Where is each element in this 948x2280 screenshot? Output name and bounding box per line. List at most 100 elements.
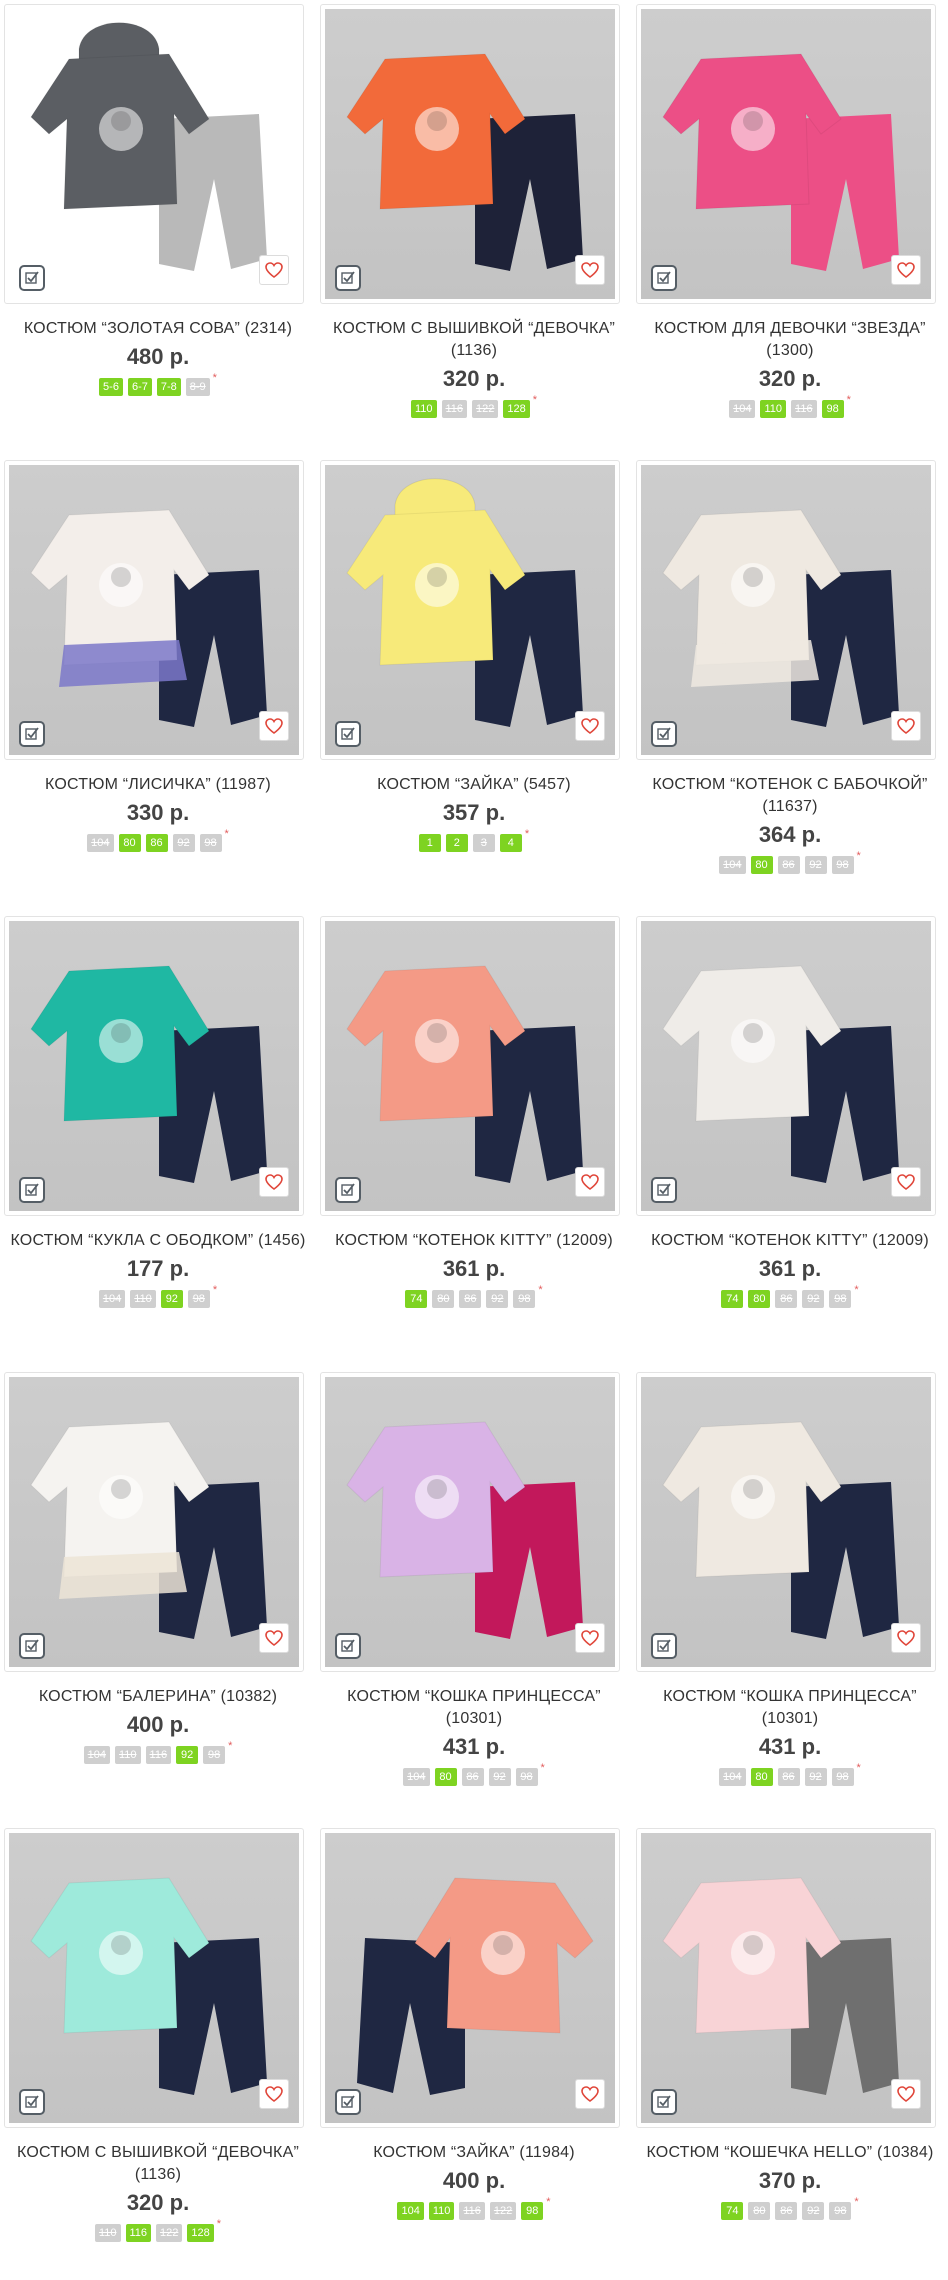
- favorite-button[interactable]: [575, 1167, 605, 1197]
- size-option[interactable]: 122: [472, 400, 499, 418]
- product-image-frame[interactable]: [4, 460, 304, 760]
- compare-checkbox[interactable]: [651, 1177, 677, 1203]
- size-option[interactable]: 116: [145, 1746, 172, 1764]
- size-option[interactable]: 92: [486, 1290, 509, 1308]
- size-option[interactable]: 98: [821, 400, 844, 418]
- size-option[interactable]: 110: [114, 1746, 141, 1764]
- size-option[interactable]: 104: [719, 856, 746, 874]
- product-image-frame[interactable]: [636, 460, 936, 760]
- product-image-frame[interactable]: [4, 916, 304, 1216]
- size-option[interactable]: 116: [125, 2224, 152, 2242]
- size-option[interactable]: 7-8: [156, 378, 181, 396]
- size-option[interactable]: 4: [499, 834, 522, 852]
- size-option[interactable]: 92: [804, 856, 827, 874]
- size-option[interactable]: 92: [160, 1290, 183, 1308]
- size-option[interactable]: 98: [199, 834, 222, 852]
- compare-checkbox[interactable]: [651, 265, 677, 291]
- size-option[interactable]: 1: [418, 834, 441, 852]
- size-option[interactable]: 5-6: [99, 378, 123, 396]
- size-option[interactable]: 122: [489, 2202, 517, 2220]
- product-title[interactable]: КОСТЮМ “КОТЕНОК KITTY” (12009): [324, 1230, 624, 1252]
- size-option[interactable]: 110: [94, 2224, 121, 2242]
- favorite-button[interactable]: [259, 2079, 289, 2109]
- product-title[interactable]: КОСТЮМ “ЗАЙКА” (11984): [324, 2142, 624, 2164]
- size-option[interactable]: 3: [472, 834, 495, 852]
- size-option[interactable]: 80: [748, 2202, 771, 2220]
- product-photo[interactable]: [325, 9, 615, 299]
- product-title[interactable]: КОСТЮМ “ЛИСИЧКА” (11987): [8, 774, 308, 796]
- product-image-frame[interactable]: [4, 1372, 304, 1672]
- size-option[interactable]: 98: [831, 856, 854, 874]
- size-option[interactable]: 104: [403, 1768, 430, 1786]
- size-option[interactable]: 98: [829, 1290, 852, 1308]
- size-option[interactable]: 86: [459, 1290, 482, 1308]
- product-title[interactable]: КОСТЮМ ДЛЯ ДЕВОЧКИ “ЗВЕЗДА” (1300): [640, 318, 940, 362]
- product-image-frame[interactable]: [320, 1828, 620, 2128]
- size-option[interactable]: 80: [432, 1290, 455, 1308]
- size-option[interactable]: 86: [775, 2202, 798, 2220]
- product-image-frame[interactable]: [320, 1372, 620, 1672]
- size-option[interactable]: 80: [118, 834, 141, 852]
- product-image-frame[interactable]: [636, 1828, 936, 2128]
- product-title[interactable]: КОСТЮМ “БАЛЕРИНА” (10382): [8, 1686, 308, 1708]
- size-option[interactable]: 80: [750, 1768, 773, 1786]
- size-option[interactable]: 128: [187, 2224, 214, 2242]
- size-option[interactable]: 74: [721, 2202, 744, 2220]
- product-image-frame[interactable]: [4, 1828, 304, 2128]
- product-title[interactable]: КОСТЮМ С ВЫШИВКОЙ “ДЕВОЧКА” (1136): [324, 318, 624, 362]
- size-option[interactable]: 92: [488, 1768, 511, 1786]
- favorite-button[interactable]: [575, 711, 605, 741]
- size-option[interactable]: 98: [187, 1290, 210, 1308]
- size-option[interactable]: 8-9: [185, 378, 210, 396]
- favorite-button[interactable]: [891, 1167, 921, 1197]
- product-title[interactable]: КОСТЮМ “КОШЕЧКА HELLO” (10384): [640, 2142, 940, 2164]
- product-image-frame[interactable]: [636, 4, 936, 304]
- size-option[interactable]: 86: [777, 1768, 800, 1786]
- product-photo[interactable]: [641, 1833, 931, 2123]
- size-option[interactable]: 110: [410, 400, 437, 418]
- compare-checkbox[interactable]: [19, 721, 45, 747]
- compare-checkbox[interactable]: [19, 1177, 45, 1203]
- size-option[interactable]: 116: [791, 400, 817, 418]
- size-option[interactable]: 116: [459, 2202, 485, 2220]
- favorite-button[interactable]: [891, 2079, 921, 2109]
- size-option[interactable]: 98: [203, 1746, 226, 1764]
- favorite-button[interactable]: [259, 711, 289, 741]
- size-option[interactable]: 80: [750, 856, 773, 874]
- size-option[interactable]: 110: [760, 400, 787, 418]
- size-option[interactable]: 104: [397, 2202, 424, 2220]
- product-photo[interactable]: [325, 1833, 615, 2123]
- size-option[interactable]: 110: [130, 1290, 156, 1308]
- size-option[interactable]: 92: [176, 1746, 199, 1764]
- size-option[interactable]: 80: [748, 1290, 771, 1308]
- product-photo[interactable]: [325, 921, 615, 1211]
- product-image-frame[interactable]: [320, 460, 620, 760]
- favorite-button[interactable]: [259, 1623, 289, 1653]
- product-photo[interactable]: [641, 465, 931, 755]
- product-image-frame[interactable]: [636, 1372, 936, 1672]
- compare-checkbox[interactable]: [335, 1177, 361, 1203]
- size-option[interactable]: 98: [831, 1768, 854, 1786]
- size-option[interactable]: 92: [804, 1768, 827, 1786]
- compare-checkbox[interactable]: [19, 265, 45, 291]
- size-option[interactable]: 86: [775, 1290, 798, 1308]
- product-photo[interactable]: [9, 1833, 299, 2123]
- size-option[interactable]: 110: [428, 2202, 455, 2220]
- product-image-frame[interactable]: [320, 4, 620, 304]
- size-option[interactable]: 98: [521, 2202, 544, 2220]
- product-photo[interactable]: [9, 465, 299, 755]
- product-title[interactable]: КОСТЮМ “КУКЛА С ОБОДКОМ” (1456): [8, 1230, 308, 1252]
- compare-checkbox[interactable]: [651, 1633, 677, 1659]
- size-option[interactable]: 98: [513, 1290, 536, 1308]
- favorite-button[interactable]: [891, 1623, 921, 1653]
- favorite-button[interactable]: [575, 2079, 605, 2109]
- size-option[interactable]: 98: [829, 2202, 852, 2220]
- size-option[interactable]: 104: [87, 834, 114, 852]
- size-option[interactable]: 128: [503, 400, 530, 418]
- product-photo[interactable]: [641, 921, 931, 1211]
- product-photo[interactable]: [9, 9, 299, 299]
- favorite-button[interactable]: [259, 1167, 289, 1197]
- favorite-button[interactable]: [891, 711, 921, 741]
- compare-checkbox[interactable]: [651, 2089, 677, 2115]
- compare-checkbox[interactable]: [335, 265, 361, 291]
